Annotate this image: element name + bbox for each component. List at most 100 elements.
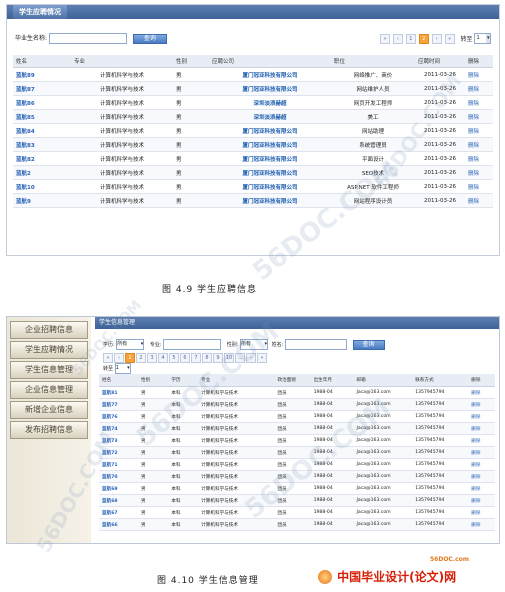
major-cell: 计算机科学与技术 bbox=[71, 123, 173, 138]
education-select[interactable]: 所有 ▾ bbox=[116, 339, 145, 350]
student-name-link[interactable]: 蓝航89 bbox=[13, 67, 71, 82]
page-link-1[interactable]: 1 bbox=[405, 33, 416, 44]
sidebar-item-5[interactable]: 发布招聘信息 bbox=[10, 421, 88, 439]
page-link-3[interactable]: 3 bbox=[147, 353, 157, 363]
page-link-6[interactable]: 6 bbox=[180, 353, 190, 363]
major-cell: 计算机科学与技术 bbox=[71, 81, 173, 96]
name-input[interactable] bbox=[284, 339, 347, 350]
delete-link[interactable]: 删除 bbox=[465, 165, 493, 180]
delete-link[interactable]: 删除 bbox=[465, 67, 493, 82]
education-cell: 本科 bbox=[168, 506, 199, 519]
table-row: 蓝航9 计算机科学与技术男厦门冠亚科技有限公司 网站程序设计员 2011-03-26 删… bbox=[13, 193, 493, 208]
col-header: 职位 bbox=[331, 55, 415, 68]
prev-page-button[interactable]: ‹ bbox=[392, 33, 403, 44]
political-status-cell: 团员 bbox=[274, 518, 311, 531]
delete-link[interactable]: 删除 bbox=[468, 410, 495, 423]
first-page-button[interactable]: « bbox=[380, 33, 390, 44]
delete-link[interactable]: 删除 bbox=[465, 109, 493, 124]
sidebar-item-3[interactable]: 企业信息管理 bbox=[10, 381, 88, 399]
email-cell: Jaca@163.com bbox=[353, 446, 413, 459]
student-name-link[interactable]: 蓝航68 bbox=[99, 494, 139, 507]
goto-page-select[interactable]: 1 ▾ bbox=[114, 363, 131, 374]
page-link-7[interactable]: 7 bbox=[191, 353, 201, 363]
student-name-link[interactable]: 蓝航82 bbox=[13, 151, 71, 166]
student-name-link[interactable]: 蓝航76 bbox=[99, 410, 139, 423]
student-name-link[interactable]: 蓝航70 bbox=[99, 470, 139, 483]
site-logo: 中国毕业设计(论文)网 bbox=[318, 566, 500, 584]
delete-link[interactable]: 删除 bbox=[465, 137, 493, 152]
delete-link[interactable]: 删除 bbox=[468, 506, 495, 519]
delete-link[interactable]: 删除 bbox=[468, 386, 495, 399]
delete-link[interactable]: 删除 bbox=[468, 422, 495, 435]
company-cell: 厦门冠亚科技有限公司 bbox=[209, 123, 331, 138]
delete-link[interactable]: 删除 bbox=[468, 446, 495, 459]
major-cell: 计算机科学与技术 bbox=[71, 95, 173, 110]
phone-cell: 1357945794 bbox=[412, 398, 469, 411]
student-name-link[interactable]: 蓝航69 bbox=[99, 482, 139, 495]
student-name-link[interactable]: 蓝航85 bbox=[13, 109, 71, 124]
major-cell: 计算机科学与技术 bbox=[198, 422, 275, 435]
delete-link[interactable]: 删除 bbox=[465, 179, 493, 194]
page-link-4[interactable]: 4 bbox=[158, 353, 168, 363]
next-page-button[interactable]: › bbox=[431, 33, 442, 44]
gender-cell: 男 bbox=[173, 95, 209, 110]
delete-link[interactable]: 删除 bbox=[465, 81, 493, 96]
email-cell: Jaca@163.com bbox=[353, 386, 413, 399]
page-link-1[interactable]: 1 bbox=[125, 353, 135, 363]
student-name-link[interactable]: 蓝航67 bbox=[99, 506, 139, 519]
major-cell: 计算机科学与技术 bbox=[71, 137, 173, 152]
phone-cell: 1357945794 bbox=[412, 494, 469, 507]
delete-link[interactable]: 删除 bbox=[468, 518, 495, 531]
major-input[interactable] bbox=[163, 339, 222, 350]
student-name-link[interactable]: 蓝航77 bbox=[99, 398, 139, 411]
date-cell: 2011-03-26 bbox=[415, 151, 465, 166]
company-cell: 深圳淡浪赫超 bbox=[209, 109, 331, 124]
first-page-button[interactable]: « bbox=[103, 353, 113, 363]
search-button[interactable]: 查询 bbox=[352, 339, 385, 350]
delete-link[interactable]: 删除 bbox=[465, 151, 493, 166]
page-link-5[interactable]: 5 bbox=[169, 353, 179, 363]
student-name-link[interactable]: 蓝航66 bbox=[99, 518, 139, 531]
major-cell: 计算机科学与技术 bbox=[71, 193, 173, 208]
major-cell: 计算机科学与技术 bbox=[198, 458, 275, 471]
delete-link[interactable]: 删除 bbox=[468, 458, 495, 471]
position-cell: 网站维护人员 bbox=[331, 81, 415, 96]
delete-link[interactable]: 删除 bbox=[468, 494, 495, 507]
last-page-button[interactable]: » bbox=[444, 33, 455, 44]
date-cell: 2011-03-26 bbox=[415, 165, 465, 180]
col-header: 性别 bbox=[173, 55, 209, 68]
student-name-link[interactable]: 蓝航83 bbox=[13, 137, 71, 152]
student-name-link[interactable]: 蓝航2 bbox=[13, 165, 71, 180]
phone-cell: 1357945794 bbox=[412, 434, 469, 447]
col-header: 政治面貌 bbox=[274, 374, 311, 387]
delete-link[interactable]: 删除 bbox=[465, 193, 493, 208]
student-name-link[interactable]: 蓝航81 bbox=[99, 386, 139, 399]
goto-page-select[interactable]: 1 ▾ bbox=[474, 33, 492, 44]
political-status-cell: 团员 bbox=[274, 398, 311, 411]
student-name-link[interactable]: 蓝航9 bbox=[13, 193, 71, 208]
gender-cell: 男 bbox=[138, 386, 169, 399]
student-name-link[interactable]: 蓝航86 bbox=[13, 95, 71, 110]
page-link-2[interactable]: 2 bbox=[418, 33, 429, 44]
graduate-name-input[interactable] bbox=[48, 33, 127, 44]
political-status-cell: 团员 bbox=[274, 506, 311, 519]
delete-link[interactable]: 删除 bbox=[465, 123, 493, 138]
page-link-2[interactable]: 2 bbox=[136, 353, 146, 363]
gender-cell: 男 bbox=[138, 482, 169, 495]
delete-link[interactable]: 删除 bbox=[465, 95, 493, 110]
sidebar-item-4[interactable]: 新增企业信息 bbox=[10, 401, 88, 419]
sidebar-item-1[interactable]: 学生应聘情况 bbox=[10, 341, 88, 359]
search-button[interactable]: 查询 bbox=[132, 33, 167, 44]
table-row: 蓝航82 计算机科学与技术男厦门冠亚科技有限公司 平面设计 2011-03-26 删除 bbox=[13, 151, 493, 166]
chevron-down-icon: ▾ bbox=[127, 365, 130, 371]
student-name-link[interactable]: 蓝航84 bbox=[13, 123, 71, 138]
delete-link[interactable]: 删除 bbox=[468, 434, 495, 447]
prev-page-button[interactable]: ‹ bbox=[114, 353, 124, 363]
delete-link[interactable]: 删除 bbox=[468, 482, 495, 495]
gender-cell: 男 bbox=[138, 518, 169, 531]
delete-link[interactable]: 删除 bbox=[468, 398, 495, 411]
sidebar-item-0[interactable]: 企业招聘信息 bbox=[10, 321, 88, 339]
student-name-link[interactable]: 蓝航87 bbox=[13, 81, 71, 96]
delete-link[interactable]: 删除 bbox=[468, 470, 495, 483]
student-name-link[interactable]: 蓝航10 bbox=[13, 179, 71, 194]
